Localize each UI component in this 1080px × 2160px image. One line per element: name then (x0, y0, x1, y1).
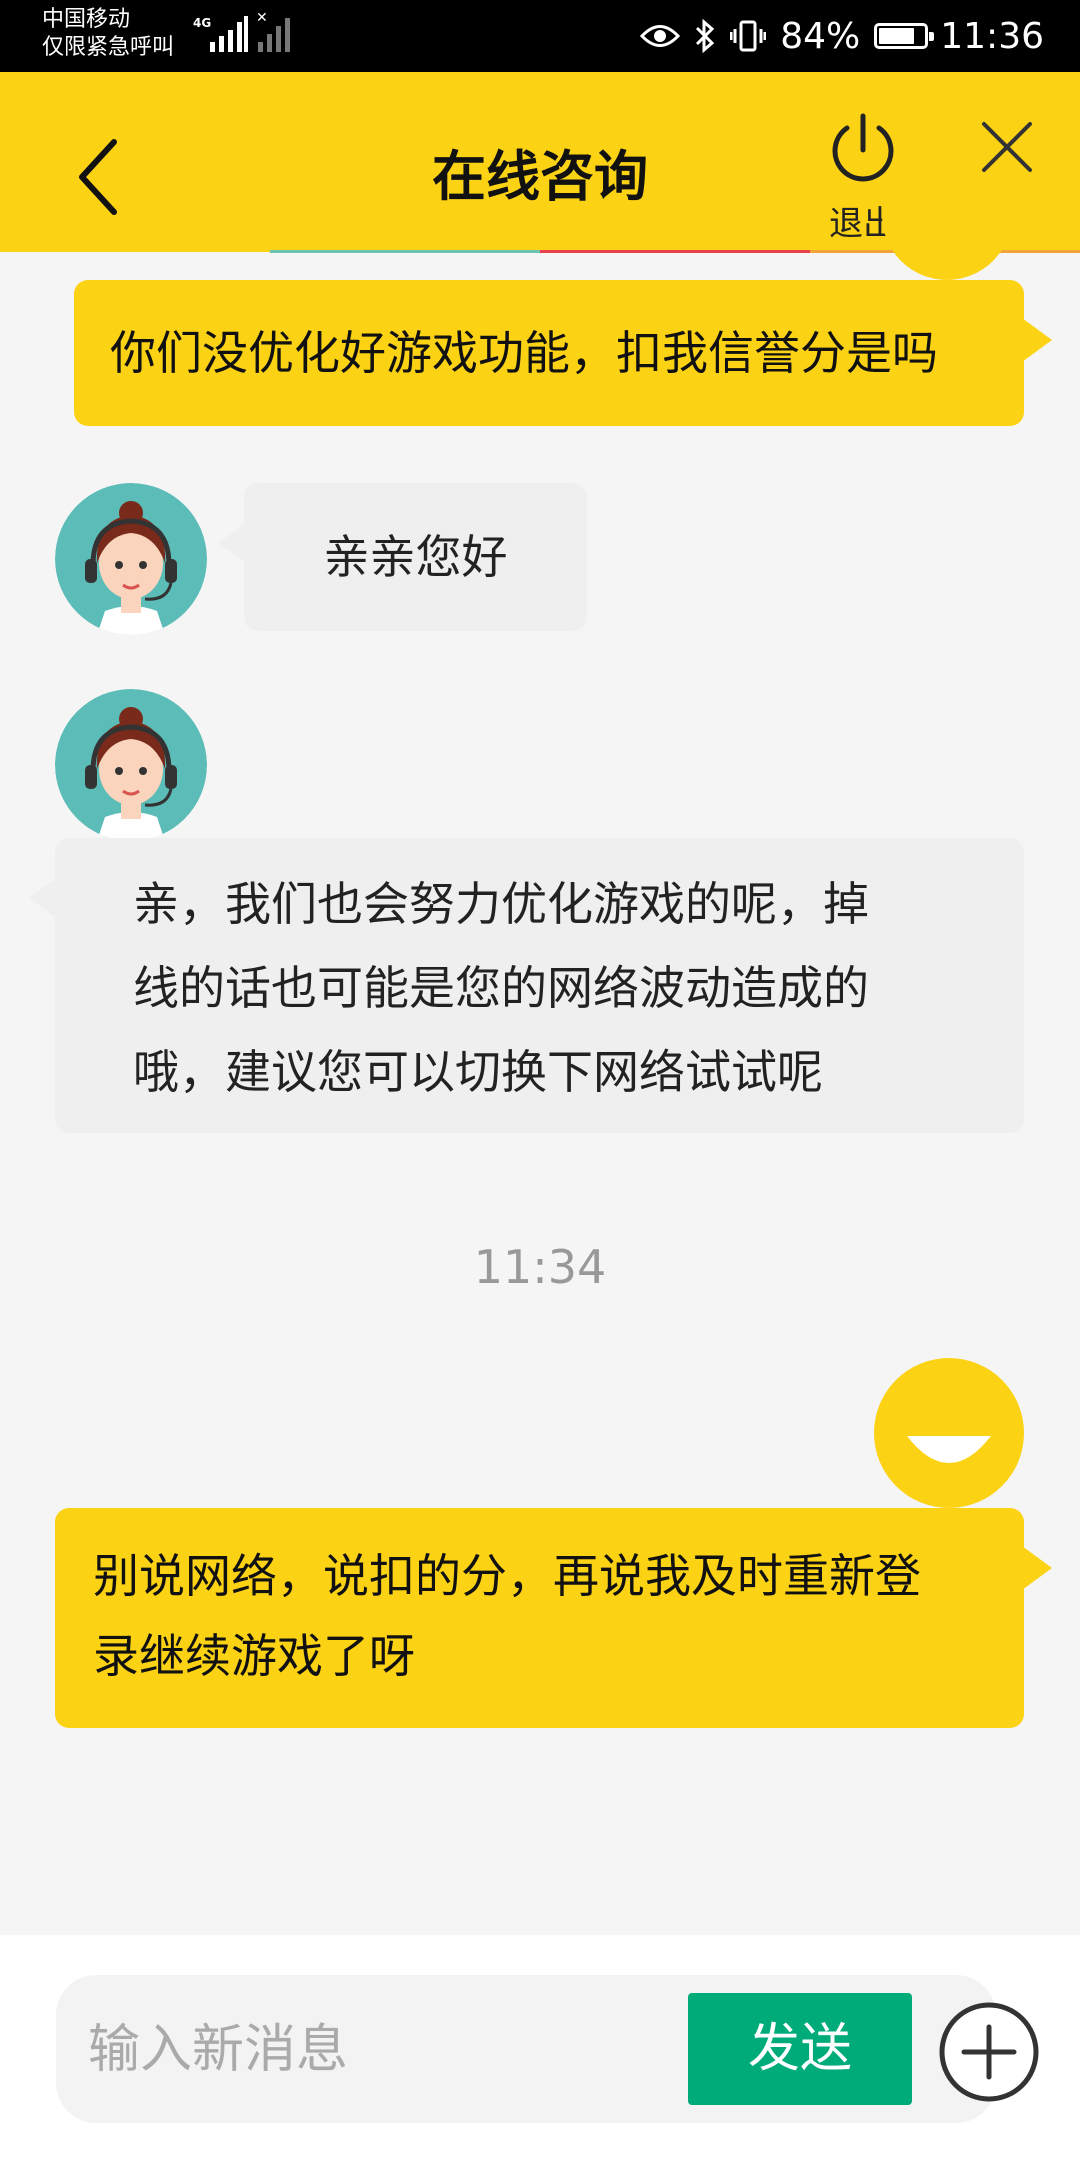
send-button[interactable]: 发送 (688, 1993, 912, 2105)
user-avatar (874, 1358, 1024, 1508)
header-accent-line-red (540, 250, 810, 253)
vibrate-icon (730, 20, 767, 52)
carrier-info: 中国移动 仅限紧急呼叫 (42, 6, 174, 62)
agent-avatar (55, 483, 207, 635)
signal-strength-2-icon (258, 16, 294, 52)
message-text: 别说网络，说扣的分，再说我及时重新登录继续游戏了呀 (93, 1549, 921, 1683)
user-avatar-partial (882, 200, 1012, 280)
agent-avatar (55, 689, 207, 841)
bluetooth-icon (696, 19, 715, 53)
status-right: 84% 11:36 (640, 0, 1044, 72)
message-bubble-user: 你们没优化好游戏功能，扣我信誉分是吗 (74, 280, 1052, 426)
power-icon (832, 113, 894, 182)
clock: 11:36 (940, 15, 1044, 57)
input-bar: 发送 (0, 1935, 1080, 2160)
battery-percent: 84% (780, 15, 861, 57)
carrier-name: 中国移动 (42, 7, 131, 32)
status-bar: 中国移动 仅限紧急呼叫 4G ✕ 84% 11:36 (0, 0, 1080, 72)
message-text: 亲亲您好 (323, 530, 508, 584)
message-timestamp: 11:34 (473, 1240, 607, 1294)
plus-circle-icon[interactable] (938, 2001, 1040, 2103)
close-icon[interactable] (978, 118, 1036, 176)
message-input[interactable] (86, 1975, 690, 2125)
battery-icon (874, 23, 935, 49)
message-bubble-agent: 亲亲您好 (218, 483, 587, 631)
message-bubble-user: 别说网络，说扣的分，再说我及时重新登录继续游戏了呀 (55, 1508, 1052, 1728)
message-text: 亲，我们也会努力优化游戏的呢，掉线的话也可能是您的网络波动造成的哦，建议您可以切… (133, 877, 869, 1099)
carrier-emergency-text: 仅限紧急呼叫 (42, 35, 175, 60)
message-text: 你们没优化好游戏功能，扣我信誉分是吗 (110, 326, 938, 380)
eye-icon (640, 25, 681, 47)
message-bubble-agent: 亲，我们也会努力优化游戏的呢，掉线的话也可能是您的网络波动造成的哦，建议您可以切… (29, 838, 1024, 1133)
header-accent-line-teal (270, 250, 540, 253)
signal-strength-icon (200, 16, 248, 52)
